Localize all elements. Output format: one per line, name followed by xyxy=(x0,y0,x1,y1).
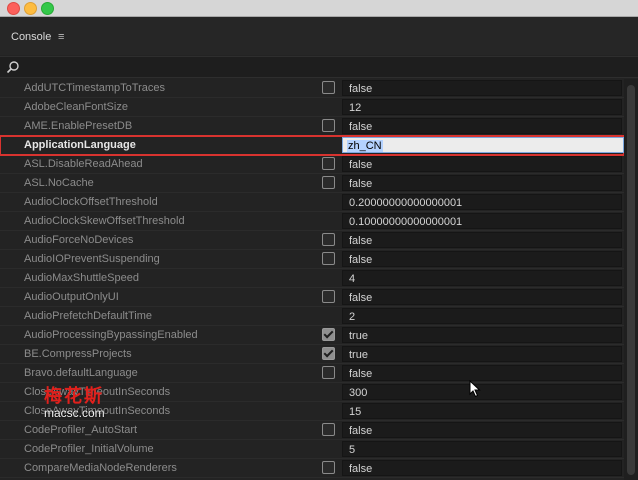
setting-name: CodeProfiler_AutoStart xyxy=(24,424,138,436)
setting-row[interactable]: AudioClockSkewOffsetThreshold 0.100000000… xyxy=(0,212,624,231)
setting-name: AudioPrefetchDefaultTime xyxy=(24,310,152,322)
setting-value-field[interactable]: true xyxy=(342,346,622,362)
setting-name: ASL.NoCache xyxy=(24,177,94,189)
setting-name: AudioOutputOnlyUI xyxy=(24,291,119,303)
selected-value-text: zh_CN xyxy=(347,140,383,152)
setting-value-field[interactable]: false xyxy=(342,251,622,267)
setting-name: AddUTCTimestampToTraces xyxy=(24,82,165,94)
setting-row[interactable]: CompareMediaNodeRenderers false xyxy=(0,459,624,478)
setting-name: AME.EnablePresetDB xyxy=(24,120,133,132)
setting-name: AdobeCleanFontSize xyxy=(24,101,128,113)
setting-row[interactable]: AudioMaxShuttleSpeed 4 xyxy=(0,269,624,288)
mouse-pointer-icon xyxy=(469,380,481,398)
setting-value-field[interactable]: true xyxy=(342,327,622,343)
setting-value-field[interactable]: false xyxy=(342,156,622,172)
setting-row[interactable]: AdobeCleanFontSize 12 xyxy=(0,98,624,117)
setting-value-field[interactable]: false xyxy=(342,232,622,248)
setting-name: CompareMediaNodeRenderers xyxy=(24,462,177,474)
setting-value-field[interactable]: 12 xyxy=(342,99,622,115)
setting-row[interactable]: BE.CompressProjects true xyxy=(0,345,624,364)
panel-title[interactable]: Console xyxy=(11,31,51,43)
vertical-scrollbar[interactable] xyxy=(624,79,638,480)
setting-value-field[interactable]: 0.10000000000000001 xyxy=(342,213,622,229)
search-input[interactable] xyxy=(24,59,628,77)
setting-row[interactable]: AudioClockOffsetThreshold 0.2000000000000… xyxy=(0,193,624,212)
setting-value-field[interactable]: 15 xyxy=(342,403,622,419)
setting-row[interactable]: ApplicationLanguage zh_CN xyxy=(0,135,624,156)
setting-name: ApplicationLanguage xyxy=(24,139,136,151)
setting-name: BE.CompressProjects xyxy=(24,348,132,360)
setting-checkbox[interactable] xyxy=(322,233,335,246)
setting-value-field[interactable]: false xyxy=(342,289,622,305)
setting-checkbox[interactable] xyxy=(322,461,335,474)
setting-checkbox[interactable] xyxy=(322,119,335,132)
setting-row[interactable]: CodeProfiler_AutoStart false xyxy=(0,421,624,440)
setting-checkbox[interactable] xyxy=(322,366,335,379)
setting-row[interactable]: AME.EnablePresetDB false xyxy=(0,117,624,136)
search-icon xyxy=(6,61,19,74)
minimize-window-button[interactable] xyxy=(24,2,37,15)
panel-header: Console ≡ xyxy=(0,17,638,55)
setting-row[interactable]: AudioIOPreventSuspending false xyxy=(0,250,624,269)
setting-checkbox[interactable] xyxy=(322,176,335,189)
setting-value-field[interactable]: 4 xyxy=(342,270,622,286)
setting-value-field[interactable]: false xyxy=(342,460,622,476)
setting-value-field[interactable]: 300 xyxy=(342,384,622,400)
watermark: 梅花斯 macsc.com xyxy=(44,382,154,420)
setting-checkbox[interactable] xyxy=(322,328,335,341)
setting-name: ASL.DisableReadAhead xyxy=(24,158,143,170)
setting-checkbox[interactable] xyxy=(322,81,335,94)
setting-value-field[interactable]: false xyxy=(342,175,622,191)
setting-name: Bravo.defaultLanguage xyxy=(24,367,138,379)
watermark-logo: 梅花斯 xyxy=(44,386,104,407)
scrollbar-thumb[interactable] xyxy=(627,85,635,475)
setting-name: AudioClockOffsetThreshold xyxy=(24,196,158,208)
setting-checkbox[interactable] xyxy=(322,290,335,303)
setting-value-field[interactable]: 5 xyxy=(342,441,622,457)
setting-checkbox[interactable] xyxy=(322,347,335,360)
setting-row[interactable]: ASL.DisableReadAhead false xyxy=(0,155,624,174)
setting-value-field[interactable]: 0.20000000000000001 xyxy=(342,194,622,210)
setting-value-field[interactable]: false xyxy=(342,422,622,438)
setting-value-field[interactable]: zh_CN xyxy=(342,137,624,153)
setting-row[interactable]: Bravo.defaultLanguage false xyxy=(0,364,624,383)
setting-name: CodeProfiler_InitialVolume xyxy=(24,443,154,455)
setting-row[interactable]: CodeProfiler_InitialVolume 5 xyxy=(0,440,624,459)
setting-row[interactable]: AddUTCTimestampToTraces false xyxy=(0,79,624,98)
setting-row[interactable]: ASL.NoCache false xyxy=(0,174,624,193)
watermark-url: macsc.com xyxy=(44,406,105,420)
setting-row[interactable]: AudioForceNoDevices false xyxy=(0,231,624,250)
setting-value-field[interactable]: false xyxy=(342,118,622,134)
setting-value-field[interactable]: false xyxy=(342,365,622,381)
setting-checkbox[interactable] xyxy=(322,252,335,265)
setting-name: AudioIOPreventSuspending xyxy=(24,253,160,265)
search-bar xyxy=(0,56,638,78)
setting-name: AudioClockSkewOffsetThreshold xyxy=(24,215,185,227)
setting-value-field[interactable]: false xyxy=(342,80,622,96)
setting-name: AudioMaxShuttleSpeed xyxy=(24,272,139,284)
setting-row[interactable]: AudioOutputOnlyUI false xyxy=(0,288,624,307)
close-window-button[interactable] xyxy=(7,2,20,15)
setting-name: AudioProcessingBypassingEnabled xyxy=(24,329,198,341)
hamburger-menu-icon[interactable]: ≡ xyxy=(58,32,64,43)
setting-checkbox[interactable] xyxy=(322,157,335,170)
setting-row[interactable]: AudioPrefetchDefaultTime 2 xyxy=(0,307,624,326)
window-titlebar xyxy=(0,0,638,17)
setting-value-field[interactable]: 2 xyxy=(342,308,622,324)
setting-name: AudioForceNoDevices xyxy=(24,234,134,246)
setting-row[interactable]: AudioProcessingBypassingEnabled true xyxy=(0,326,624,345)
setting-checkbox[interactable] xyxy=(322,423,335,436)
zoom-window-button[interactable] xyxy=(41,2,54,15)
